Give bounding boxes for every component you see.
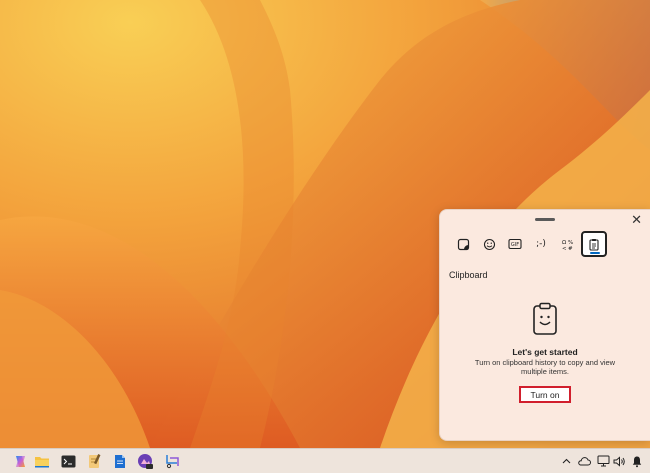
tab-stickers[interactable] [451, 232, 475, 256]
file-explorer-icon[interactable] [34, 453, 50, 469]
empty-state-headline: Let's get started [512, 347, 578, 357]
section-title: Clipboard [449, 270, 488, 280]
close-icon[interactable]: ✕ [631, 213, 642, 227]
panel-tabs: GIF ;-) Ω% < # [451, 231, 607, 257]
svg-text:GIF: GIF [511, 242, 519, 248]
network-icon[interactable] [596, 454, 610, 468]
clipboard-panel: ✕ GIF ;-) Ω% < # Clipboard Let's get sta… [439, 209, 650, 441]
tab-gif[interactable]: GIF [503, 232, 527, 256]
clipboard-smile-icon [532, 302, 558, 341]
tab-emoji[interactable] [477, 232, 501, 256]
tab-kaomoji[interactable]: ;-) [529, 232, 553, 256]
notification-icon[interactable] [630, 454, 644, 468]
chevron-up-icon[interactable] [559, 454, 573, 468]
drag-handle[interactable] [535, 218, 555, 221]
svg-text:#: # [568, 246, 573, 251]
symbols-icon: Ω% < # [561, 238, 574, 251]
svg-text:<: < [562, 246, 567, 251]
turn-on-button[interactable]: Turn on [519, 386, 571, 403]
copilot-icon[interactable] [12, 453, 28, 469]
empty-state-description: Turn on clipboard history to copy and vi… [474, 358, 616, 376]
sticker-icon [457, 238, 470, 251]
gif-icon: GIF [508, 238, 522, 250]
kaomoji-label: ;-) [536, 239, 546, 249]
tab-clipboard[interactable] [581, 231, 607, 257]
snipping-tool-icon[interactable] [164, 453, 180, 469]
taskbar [0, 448, 650, 473]
emoji-icon [483, 238, 496, 251]
notepad-icon[interactable] [86, 453, 102, 469]
volume-icon[interactable] [612, 454, 626, 468]
photo-editor-icon[interactable] [137, 453, 153, 469]
document-icon[interactable] [112, 453, 128, 469]
clipboard-icon [588, 238, 600, 251]
tab-symbols[interactable]: Ω% < # [555, 232, 579, 256]
cloud-icon[interactable] [577, 454, 591, 468]
terminal-icon[interactable] [60, 453, 76, 469]
